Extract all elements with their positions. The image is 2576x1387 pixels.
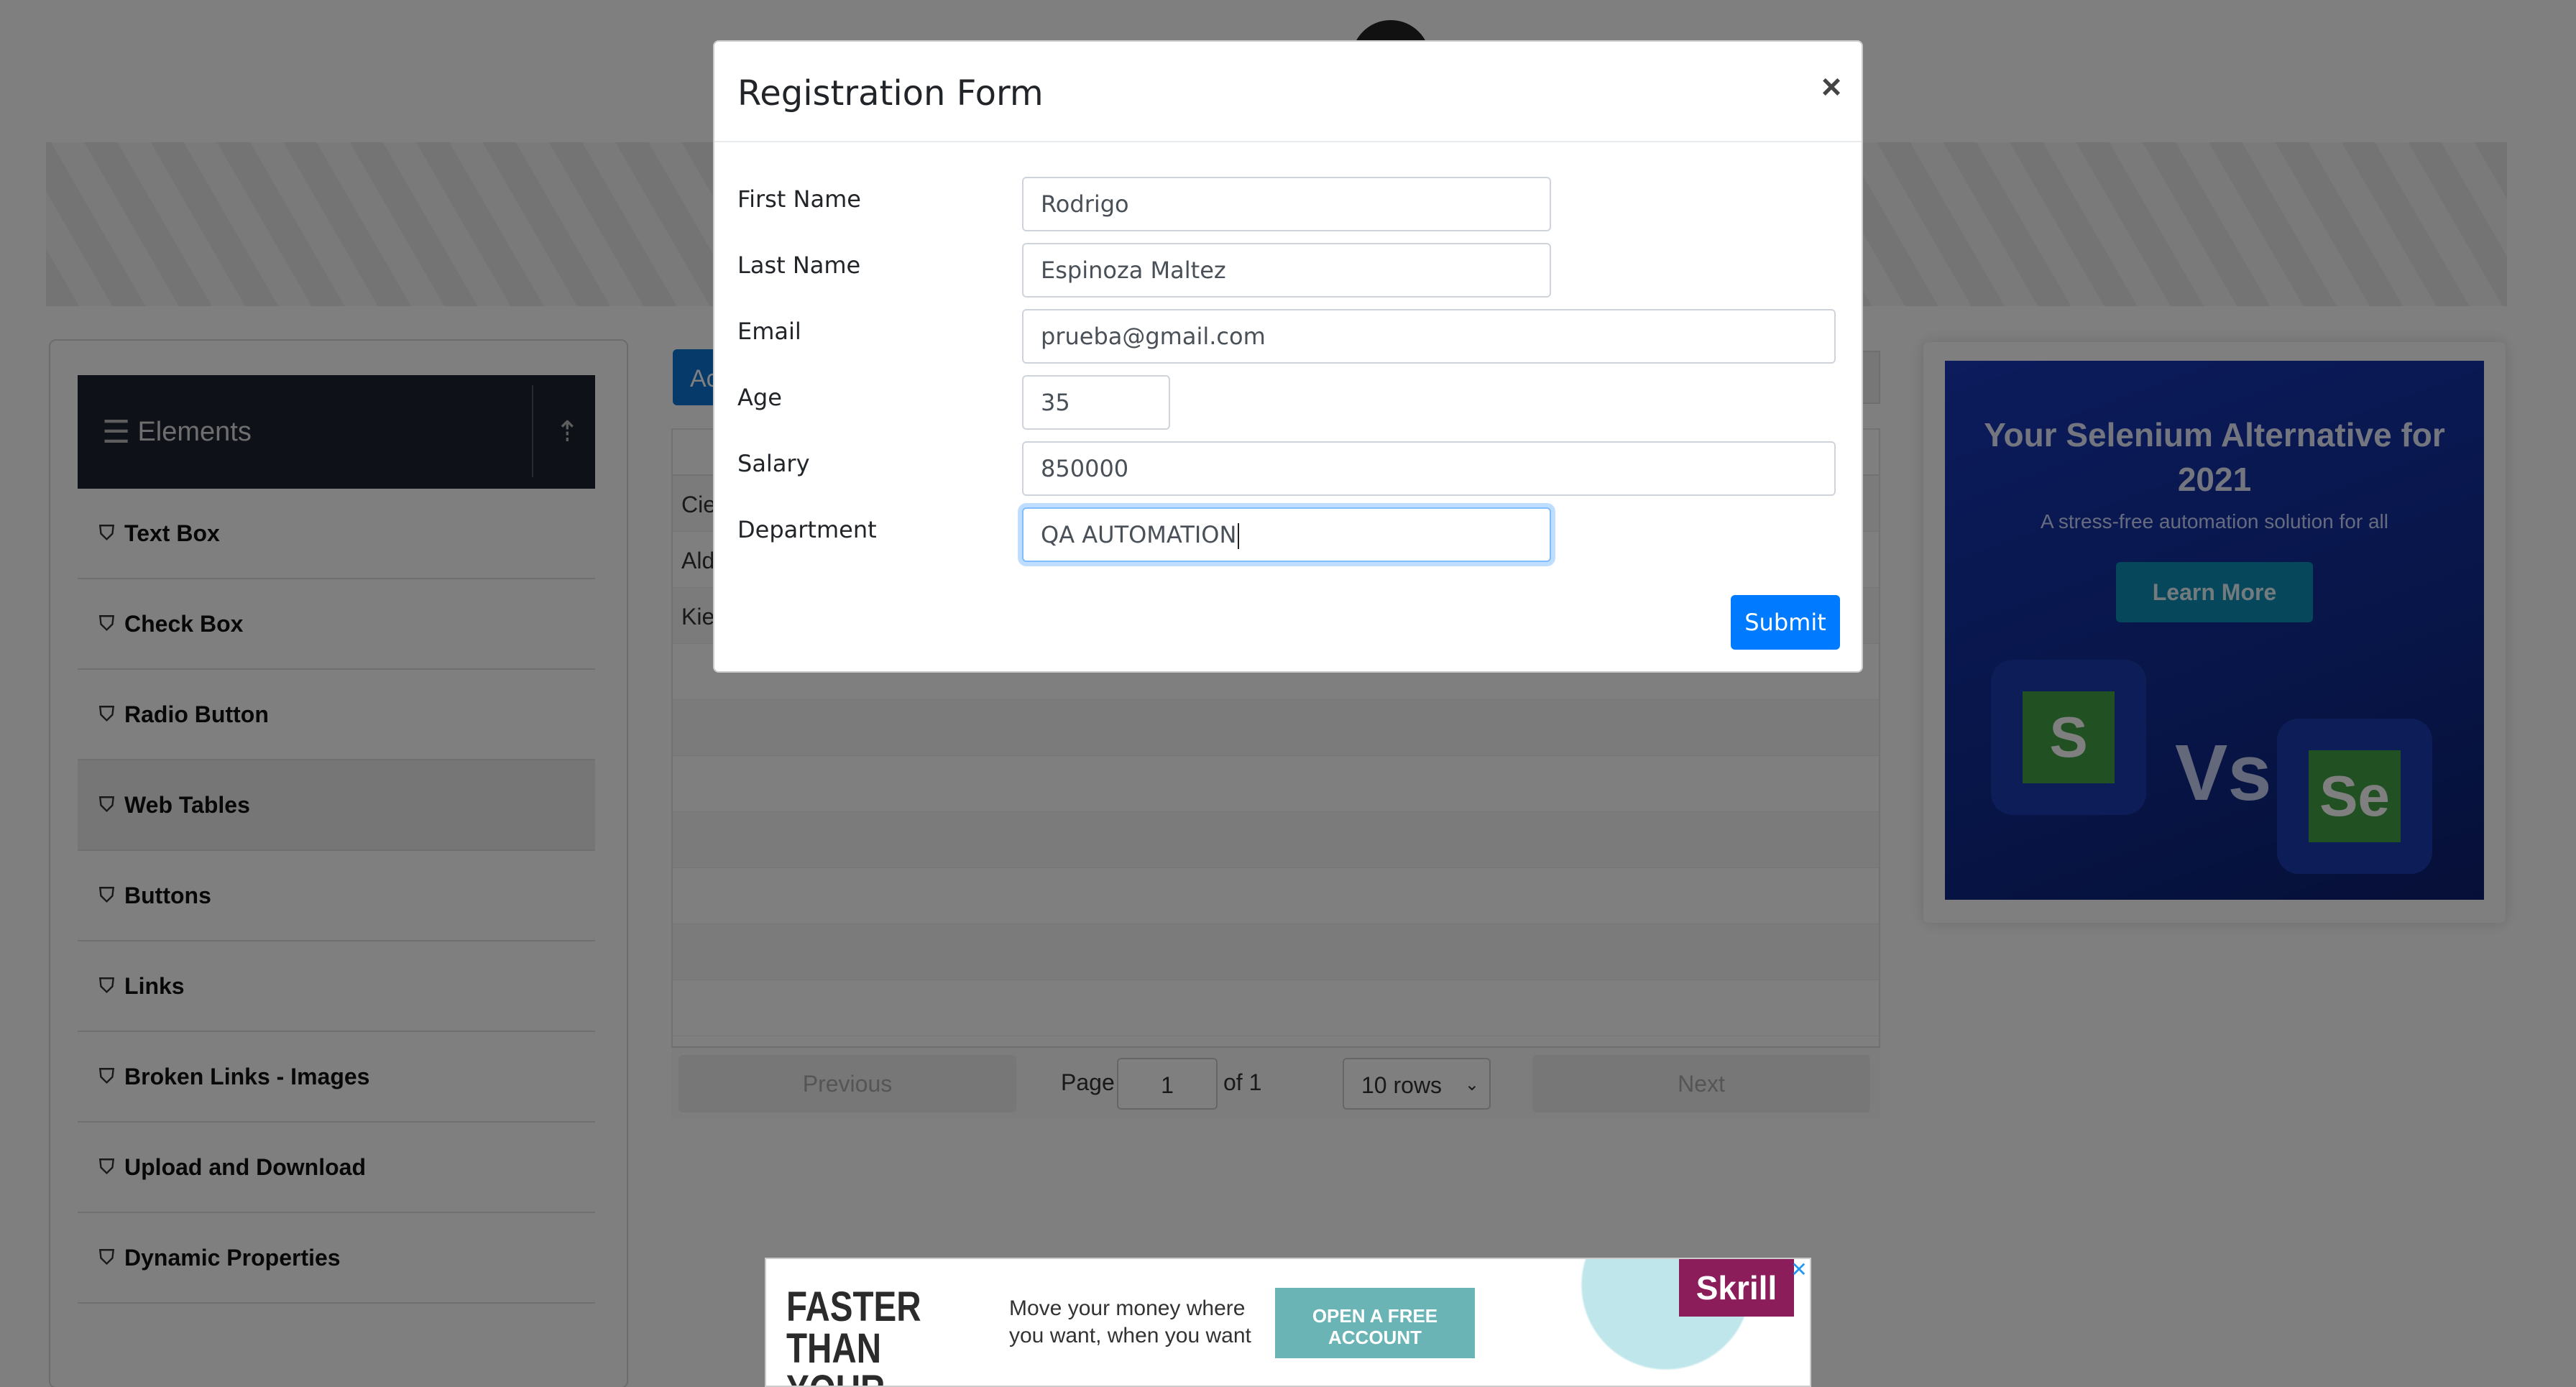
department-label: Department bbox=[737, 516, 877, 543]
age-field[interactable]: 35 bbox=[1022, 375, 1170, 430]
email-row: Email prueba@gmail.com bbox=[737, 309, 1844, 367]
email-label: Email bbox=[737, 318, 801, 345]
submit-button[interactable]: Submit bbox=[1731, 595, 1840, 650]
bottom-ad-banner[interactable]: FASTER THAN YOUR BANK Move your money wh… bbox=[765, 1258, 1811, 1387]
last-name-row: Last Name Espinoza Maltez bbox=[737, 243, 1844, 300]
salary-field[interactable]: 850000 bbox=[1022, 441, 1836, 496]
salary-row: Salary 850000 bbox=[737, 441, 1844, 499]
salary-label: Salary bbox=[737, 450, 810, 477]
open-account-button[interactable]: OPEN A FREE ACCOUNT bbox=[1275, 1288, 1475, 1358]
last-name-field[interactable]: Espinoza Maltez bbox=[1022, 243, 1551, 298]
text-caret bbox=[1238, 523, 1240, 549]
age-label: Age bbox=[737, 384, 782, 411]
ad-headline: FASTER THAN YOUR BANK bbox=[786, 1284, 921, 1386]
close-icon[interactable]: × bbox=[1821, 68, 1841, 107]
first-name-row: First Name Rodrigo bbox=[737, 177, 1844, 234]
first-name-field[interactable]: Rodrigo bbox=[1022, 177, 1551, 231]
modal-title: Registration Form bbox=[737, 73, 1044, 114]
ad-message: Move your money where you want, when you… bbox=[1009, 1296, 1251, 1347]
email-field[interactable]: prueba@gmail.com bbox=[1022, 309, 1836, 364]
brand-logo: Skrill bbox=[1679, 1259, 1794, 1317]
first-name-label: First Name bbox=[737, 185, 861, 213]
modal-header: Registration Form × bbox=[714, 42, 1862, 142]
age-row: Age 35 bbox=[737, 375, 1844, 433]
ad-close-icon[interactable]: ✕ bbox=[1788, 1259, 1810, 1281]
department-field[interactable]: QA AUTOMATION bbox=[1022, 507, 1551, 562]
registration-modal: Registration Form × First Name Rodrigo L… bbox=[713, 40, 1863, 673]
department-row: Department QA AUTOMATION bbox=[737, 507, 1844, 565]
last-name-label: Last Name bbox=[737, 252, 861, 279]
department-value: QA AUTOMATION bbox=[1041, 521, 1237, 548]
